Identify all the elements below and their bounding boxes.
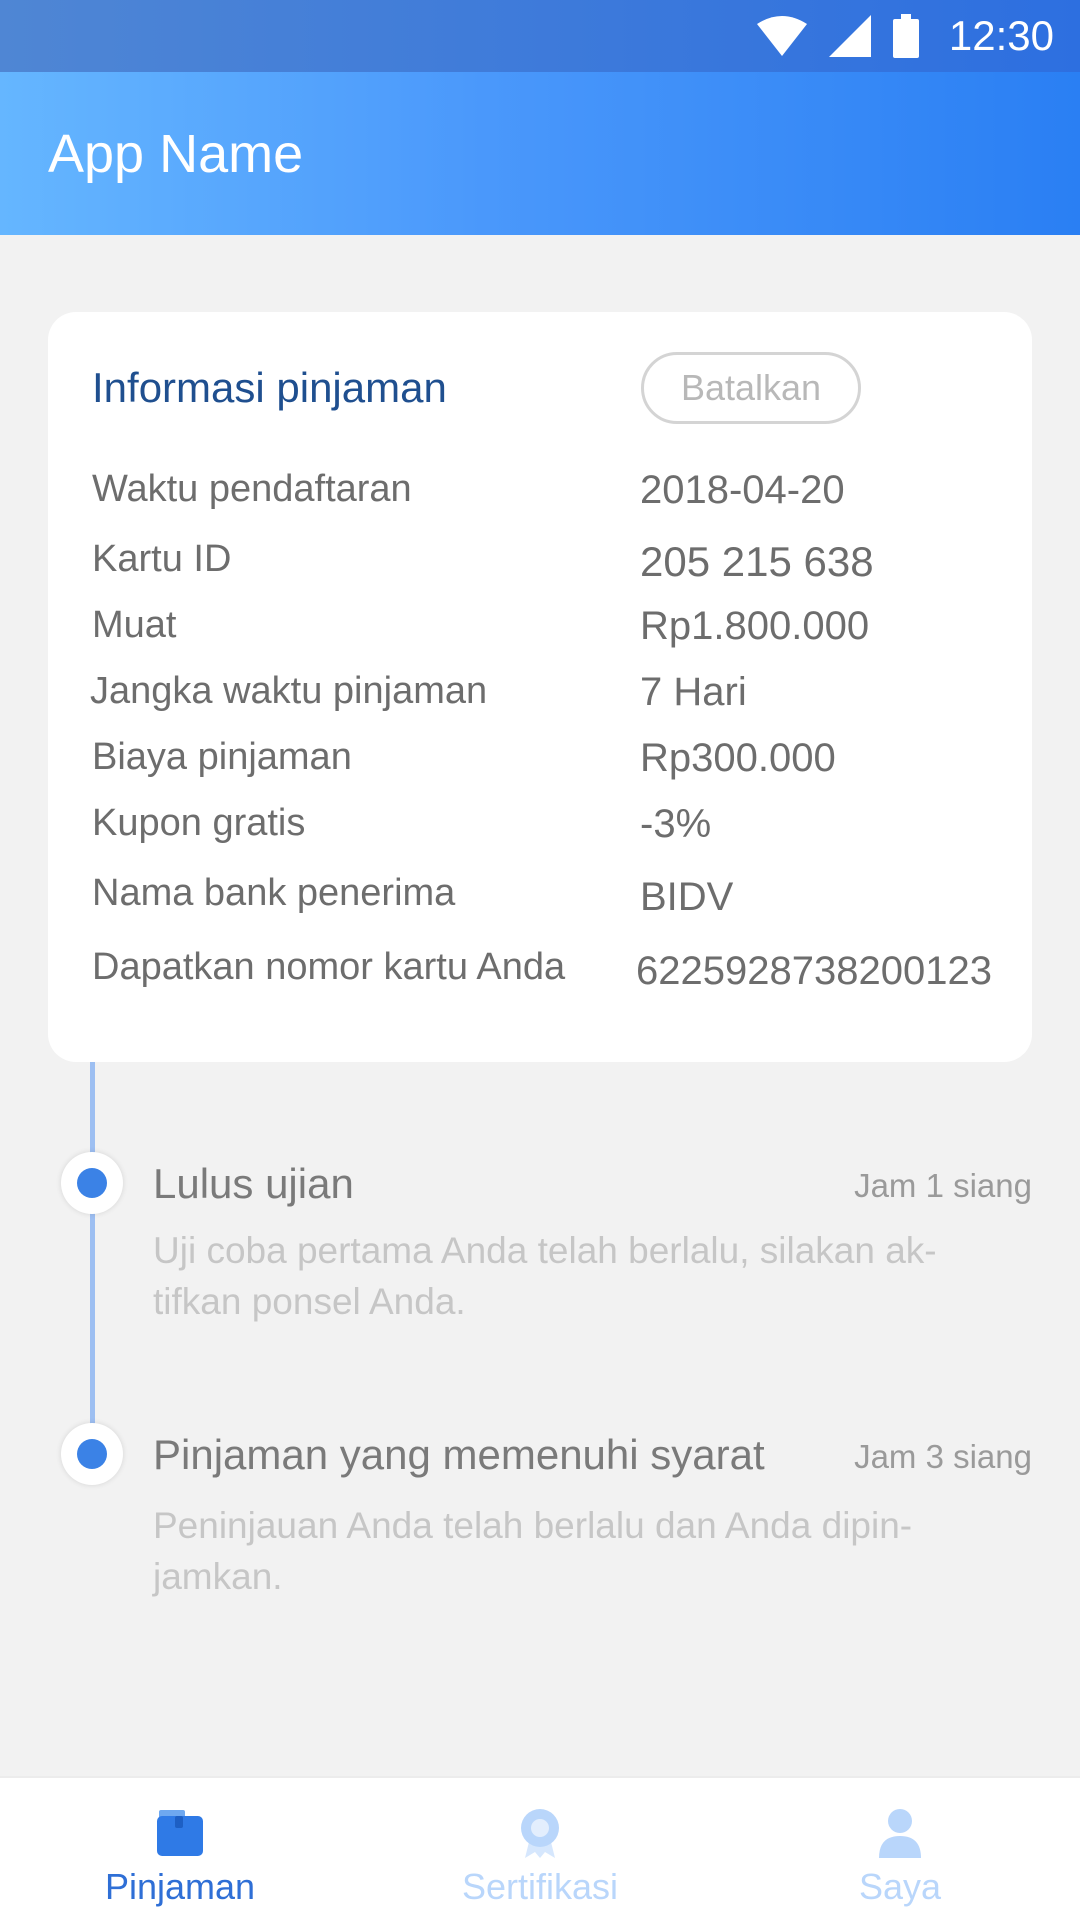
nav-label: Saya (858, 1866, 942, 1907)
status-time: 12:30 (948, 12, 1054, 59)
status-icons: 12:30 (756, 12, 1054, 60)
info-value: 205 215 638 (640, 538, 874, 585)
cancel-button[interactable]: Batalkan (641, 352, 861, 424)
nav-item-saya[interactable]: Saya (720, 1778, 1080, 1920)
info-value: Rp1.800.000 (640, 604, 870, 648)
info-row-amount: Muat Rp1.800.000 (48, 604, 1032, 664)
info-label: Muat (92, 604, 177, 646)
bottom-nav: Pinjaman Sertifikasi Saya (0, 1776, 1080, 1920)
info-label: Nama bank penerima (92, 872, 456, 914)
timeline-title: Lulus ujian (153, 1160, 354, 1207)
nav-label: Sertifikasi (461, 1866, 619, 1907)
timeline-description: Peninjauan Anda telah berlalu dan Anda d… (153, 1505, 913, 1597)
info-value: Rp300.000 (640, 736, 836, 780)
info-row-registration-time: Waktu pendaftaran 2018-04-20 (48, 468, 1032, 528)
user-icon (879, 1809, 921, 1858)
timeline-dot-inner (77, 1168, 107, 1198)
info-row-free-coupon: Kupon gratis -3% (48, 802, 1032, 862)
nav-item-sertifikasi[interactable]: Sertifikasi (360, 1778, 720, 1920)
timeline-line (90, 1062, 95, 1452)
info-value: -3% (640, 802, 712, 846)
info-value: 7 Hari (640, 670, 747, 714)
wallet-icon (157, 1810, 203, 1856)
app-bar: App Name (0, 72, 1080, 235)
wifi-icon (756, 16, 807, 56)
timeline-description: Uji coba pertama Anda telah berlalu, sil… (153, 1230, 937, 1322)
nav-item-pinjaman[interactable]: Pinjaman (0, 1778, 360, 1920)
info-label: Biaya pinjaman (92, 736, 352, 778)
info-row-card-number: Dapatkan nomor kartu Anda 62259287382001… (48, 946, 1032, 1006)
signal-icon (828, 15, 871, 57)
timeline-time: Jam 1 siang (854, 1167, 1032, 1204)
nav-label: Pinjaman (104, 1866, 256, 1907)
info-row-bank-name: Nama bank penerima BIDV (48, 872, 1032, 932)
card-title: Informasi pinjaman (92, 364, 447, 411)
timeline-dot (61, 1423, 123, 1485)
timeline-time: Jam 3 siang (854, 1438, 1032, 1475)
status-bar: 12:30 (0, 0, 1080, 72)
info-label: Jangka waktu pinjaman (90, 670, 488, 712)
app-title: App Name (48, 123, 304, 184)
timeline-dot-inner (77, 1439, 107, 1469)
loan-info-card: Informasi pinjaman Batalkan Waktu pendaf… (48, 312, 1032, 1062)
info-value: 6225928738200123 (636, 949, 992, 993)
screen: 12:30 App Name Informasi pinjaman Batalk… (0, 0, 1080, 1920)
info-label: Kupon gratis (92, 802, 306, 844)
info-label: Kartu ID (92, 538, 232, 580)
info-row-loan-fee: Biaya pinjaman Rp300.000 (48, 736, 1032, 796)
info-row-loan-term: Jangka waktu pinjaman 7 Hari (48, 670, 1032, 730)
timeline-title: Pinjaman yang memenuhi syarat (153, 1431, 765, 1478)
info-row-id-card: Kartu ID 205 215 638 (48, 538, 1032, 598)
info-label: Dapatkan nomor kartu Anda (92, 946, 566, 988)
timeline-dot (61, 1152, 123, 1214)
info-value: BIDV (640, 875, 734, 919)
info-label: Waktu pendaftaran (92, 468, 412, 510)
battery-icon (892, 14, 919, 58)
badge-icon (521, 1809, 559, 1858)
info-value: 2018-04-20 (640, 468, 845, 512)
